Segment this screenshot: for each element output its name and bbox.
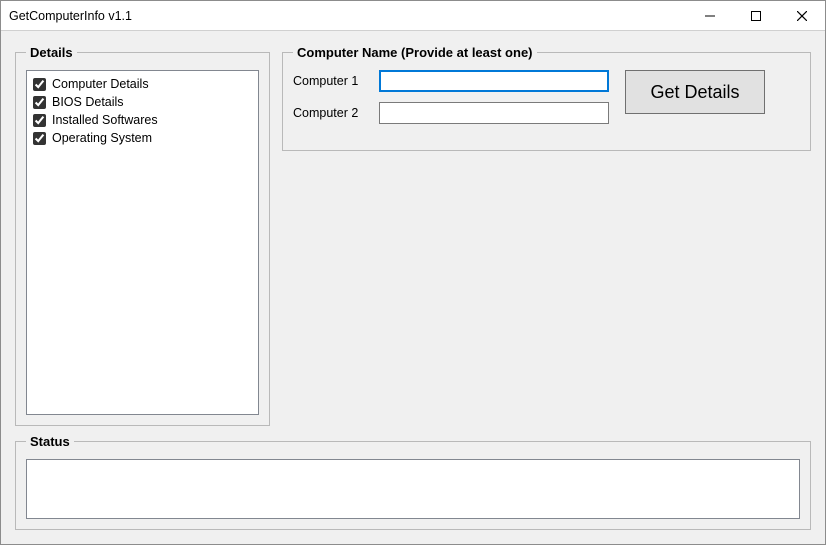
details-label: Computer Details	[52, 77, 149, 91]
computer-name-fields: Computer 1 Computer 2	[293, 70, 609, 124]
status-group: Status	[15, 434, 811, 530]
details-label: Operating System	[52, 131, 152, 145]
close-button[interactable]	[779, 1, 825, 30]
details-list[interactable]: Computer Details BIOS Details Installed …	[26, 70, 259, 415]
computer-name-legend: Computer Name (Provide at least one)	[293, 45, 537, 60]
details-label: BIOS Details	[52, 95, 124, 109]
computer-name-inner: Computer 1 Computer 2 Get Details	[293, 70, 800, 124]
details-group: Details Computer Details BIOS Details In…	[15, 45, 270, 426]
status-legend: Status	[26, 434, 74, 449]
checkbox-bios-details[interactable]	[33, 96, 46, 109]
maximize-button[interactable]	[733, 1, 779, 30]
computer1-label: Computer 1	[293, 74, 373, 88]
details-legend: Details	[26, 45, 77, 60]
window-controls	[687, 1, 825, 30]
computer2-label: Computer 2	[293, 106, 373, 120]
window-title: GetComputerInfo v1.1	[1, 9, 687, 23]
details-item-operating-system[interactable]: Operating System	[33, 129, 252, 147]
details-item-bios-details[interactable]: BIOS Details	[33, 93, 252, 111]
titlebar: GetComputerInfo v1.1	[1, 1, 825, 31]
status-output	[26, 459, 800, 519]
minimize-icon	[705, 11, 715, 21]
checkbox-operating-system[interactable]	[33, 132, 46, 145]
details-item-computer-details[interactable]: Computer Details	[33, 75, 252, 93]
checkbox-computer-details[interactable]	[33, 78, 46, 91]
details-label: Installed Softwares	[52, 113, 158, 127]
top-row: Details Computer Details BIOS Details In…	[15, 45, 811, 426]
details-item-installed-softwares[interactable]: Installed Softwares	[33, 111, 252, 129]
get-details-button[interactable]: Get Details	[625, 70, 765, 114]
computer-name-group: Computer Name (Provide at least one) Com…	[282, 45, 811, 151]
computer2-input[interactable]	[379, 102, 609, 124]
computer1-input[interactable]	[379, 70, 609, 92]
checkbox-installed-softwares[interactable]	[33, 114, 46, 127]
maximize-icon	[751, 11, 761, 21]
client-area: Details Computer Details BIOS Details In…	[1, 31, 825, 544]
minimize-button[interactable]	[687, 1, 733, 30]
close-icon	[797, 11, 807, 21]
main-window: GetComputerInfo v1.1 Details Computer De…	[0, 0, 826, 545]
